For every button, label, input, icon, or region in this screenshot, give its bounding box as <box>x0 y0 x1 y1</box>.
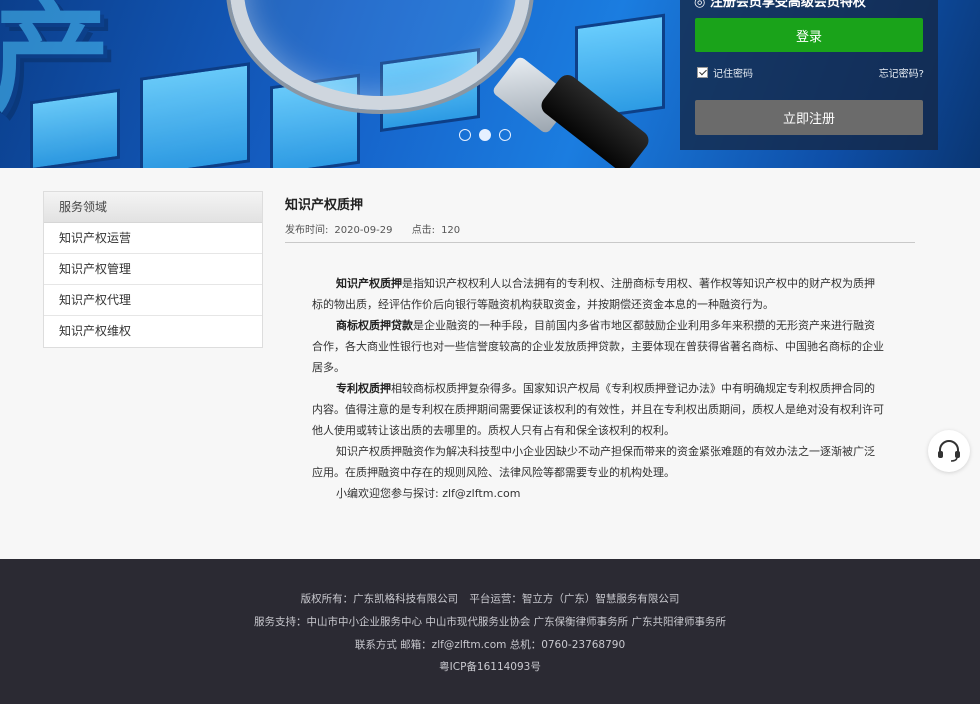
paragraph-5: 小编欢迎您参与探讨: zlf@zlftm.com <box>336 487 521 500</box>
footer-operator: 平台运营：智立方（广东）智慧服务有限公司 <box>469 593 680 605</box>
paragraph-2: 商标权质押贷款是企业融资的一种手段，目前国内多省市地区都鼓励企业利用多年来积攒的… <box>312 315 885 378</box>
hero-banner: 产 ◎ 注册会员享受高级会员特权 登录 记住密码 忘记密码? 立即注册 <box>0 0 980 168</box>
service-sidebar: 服务领域 知识产权运营 知识产权管理 知识产权代理 知识产权维权 <box>43 191 263 348</box>
customer-service-button[interactable] <box>928 430 970 472</box>
forgot-password-link[interactable]: 忘记密码? <box>879 65 924 80</box>
footer-contact: 联系方式 邮箱：zlf@zlftm.com 总机：0760-23768790 <box>354 639 626 651</box>
sidebar-item-agency[interactable]: 知识产权代理 <box>44 285 262 316</box>
published-date: 2020-09-29 <box>334 225 393 236</box>
footer-icp[interactable]: 粤ICP备16114093号 <box>0 659 980 674</box>
article-meta: 发布时间: 2020-09-29 点击: 120 <box>285 221 915 243</box>
remember-password[interactable]: 记住密码 <box>697 65 753 80</box>
sidebar-header: 服务领域 <box>44 192 262 223</box>
carousel-dots <box>459 129 511 141</box>
paragraph-2-term: 商标权质押贷款 <box>336 319 413 332</box>
clicks-label: 点击: <box>411 225 436 236</box>
paragraph-4: 知识产权质押融资作为解决科技型中小企业因缺少不动产担保而带来的资金紧张难题的有效… <box>312 445 875 479</box>
page-title: 知识产权质押 <box>285 198 364 213</box>
footer-line-1: 版权所有：广东凯格科技有限公司 平台运营：智立方（广东）智慧服务有限公司 <box>0 591 980 606</box>
checkbox-checked-icon[interactable] <box>697 67 708 78</box>
paragraph-1: 知识产权质押是指知识产权权利人以合法拥有的专利权、注册商标专用权、著作权等知识产… <box>312 273 885 315</box>
published-label: 发布时间: <box>285 225 329 236</box>
register-button[interactable]: 立即注册 <box>695 100 923 135</box>
paragraph-3: 专利权质押相较商标权质押复杂得多。国家知识产权局《专利权质押登记办法》中有明确规… <box>312 378 885 441</box>
paragraph-1-term: 知识产权质押 <box>336 277 402 290</box>
footer-copyright: 版权所有：广东凯格科技有限公司 <box>300 593 459 605</box>
headset-icon <box>938 440 960 462</box>
banner-block <box>30 88 120 168</box>
carousel-dot-2[interactable] <box>479 129 491 141</box>
paragraph-3-term: 专利权质押 <box>336 382 391 395</box>
login-button[interactable]: 登录 <box>695 18 923 52</box>
sidebar-item-operation[interactable]: 知识产权运营 <box>44 223 262 254</box>
clicks-count: 120 <box>441 225 461 236</box>
article-body: 知识产权质押是指知识产权权利人以合法拥有的专利权、注册商标专用权、著作权等知识产… <box>285 273 885 504</box>
login-panel-heading: ◎ 注册会员享受高级会员特权 <box>694 0 866 10</box>
article: 知识产权质押 发布时间: 2020-09-29 点击: 120 知识产权质押是指知识… <box>285 194 915 504</box>
banner-block <box>140 62 250 168</box>
remember-label: 记住密码 <box>713 69 753 80</box>
login-panel: ◎ 注册会员享受高级会员特权 登录 记住密码 忘记密码? 立即注册 <box>680 0 938 150</box>
footer-support: 服务支持：中山市中小企业服务中心 中山市现代服务业协会 广东保衡律师事务所 广东… <box>253 616 726 628</box>
site-footer: 版权所有：广东凯格科技有限公司 平台运营：智立方（广东）智慧服务有限公司 服务支… <box>0 559 980 704</box>
carousel-dot-3[interactable] <box>499 129 511 141</box>
sidebar-item-protection[interactable]: 知识产权维权 <box>44 316 262 347</box>
sidebar-item-management[interactable]: 知识产权管理 <box>44 254 262 285</box>
carousel-dot-1[interactable] <box>459 129 471 141</box>
paragraph-3-text: 相较商标权质押复杂得多。国家知识产权局《专利权质押登记办法》中有明确规定专利权质… <box>312 382 884 437</box>
